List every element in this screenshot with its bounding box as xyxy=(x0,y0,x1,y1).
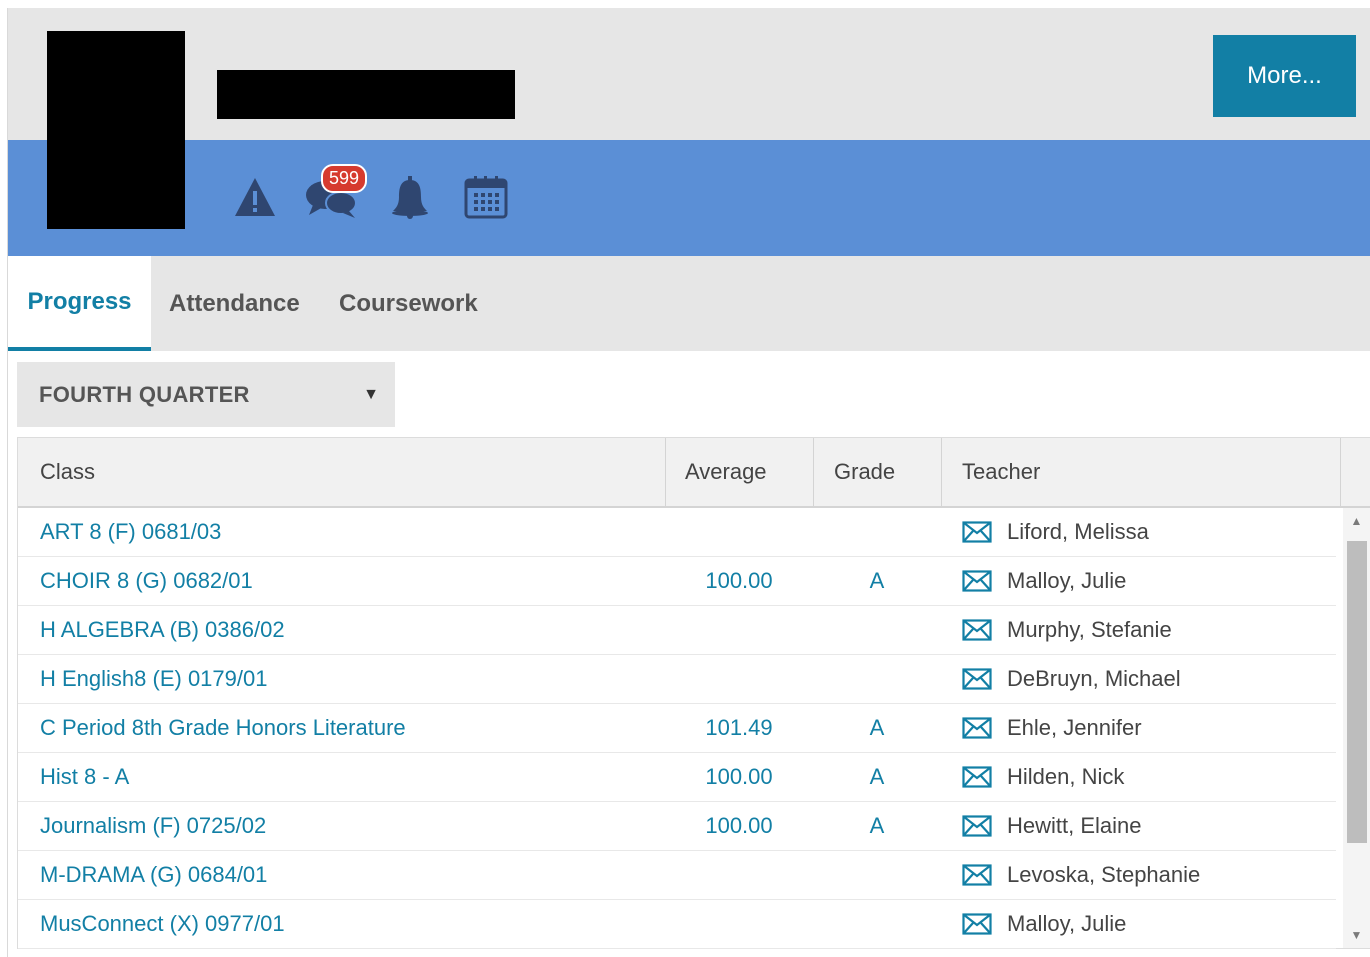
page: More... 599 Progress Attendance Coursewo… xyxy=(0,0,1370,957)
table-row: MusConnect (X) 0977/01 Malloy, Julie xyxy=(18,900,1336,949)
class-link[interactable]: CHOIR 8 (G) 0682/01 xyxy=(40,557,253,605)
calendar-button[interactable] xyxy=(463,174,509,220)
mail-icon[interactable] xyxy=(962,913,992,935)
student-name xyxy=(217,70,515,119)
scroll-down-icon[interactable]: ▼ xyxy=(1343,924,1370,946)
teacher-cell: Malloy, Julie xyxy=(962,557,1126,605)
teacher-cell: Malloy, Julie xyxy=(962,900,1126,948)
warning-icon xyxy=(235,178,275,216)
teacher-cell: Hewitt, Elaine xyxy=(962,802,1142,850)
mail-icon[interactable] xyxy=(962,815,992,837)
column-header-grade[interactable]: Grade xyxy=(813,438,941,506)
average-value[interactable]: 100.00 xyxy=(666,753,812,801)
tab-bar: Progress Attendance Coursework xyxy=(8,256,1370,351)
student-panel: More... 599 Progress Attendance Coursewo… xyxy=(7,8,1370,957)
class-link[interactable]: H ALGEBRA (B) 0386/02 xyxy=(40,606,285,654)
average-value[interactable]: 101.49 xyxy=(666,704,812,752)
teacher-name: Hilden, Nick xyxy=(1007,764,1125,789)
mail-icon[interactable] xyxy=(962,864,992,886)
header-top xyxy=(8,8,1370,140)
mail-icon[interactable] xyxy=(962,668,992,690)
teacher-cell: Murphy, Stefanie xyxy=(962,606,1172,654)
grade-value[interactable] xyxy=(814,606,940,654)
table-header: Class Average Grade Teacher xyxy=(18,438,1370,508)
avatar xyxy=(47,31,185,229)
term-select-value: FOURTH QUARTER xyxy=(39,381,250,407)
table-row: Hist 8 - A 100.00 A Hilden, Nick xyxy=(18,753,1336,802)
teacher-name: DeBruyn, Michael xyxy=(1007,666,1181,691)
average-value[interactable] xyxy=(666,606,812,654)
grade-value[interactable] xyxy=(814,655,940,703)
class-link[interactable]: MusConnect (X) 0977/01 xyxy=(40,900,285,948)
table-row: CHOIR 8 (G) 0682/01 100.00 A Malloy, Julie xyxy=(18,557,1336,606)
average-value[interactable]: 100.00 xyxy=(666,802,812,850)
tab-coursework[interactable]: Coursework xyxy=(339,256,478,351)
tab-attendance[interactable]: Attendance xyxy=(169,256,300,351)
class-link[interactable]: H English8 (E) 0179/01 xyxy=(40,655,267,703)
bell-icon xyxy=(392,176,428,219)
teacher-name: Hewitt, Elaine xyxy=(1007,813,1142,838)
mail-icon[interactable] xyxy=(962,521,992,543)
grade-value[interactable]: A xyxy=(814,557,940,605)
teacher-name: Liford, Melissa xyxy=(1007,519,1149,544)
grade-value[interactable]: A xyxy=(814,704,940,752)
calendar-icon xyxy=(464,176,508,219)
grade-value[interactable] xyxy=(814,851,940,899)
teacher-name: Malloy, Julie xyxy=(1007,568,1127,593)
teacher-cell: Levoska, Stephanie xyxy=(962,851,1200,899)
column-header-class[interactable]: Class xyxy=(40,438,95,506)
average-value[interactable] xyxy=(666,851,812,899)
teacher-cell: Liford, Melissa xyxy=(962,508,1149,556)
grade-value[interactable] xyxy=(814,900,940,948)
dropdown-arrow-icon: ▼ xyxy=(363,386,379,403)
more-button[interactable]: More... xyxy=(1213,35,1356,117)
table-row: Journalism (F) 0725/02 100.00 A Hewitt, Ela… xyxy=(18,802,1336,851)
notification-badge: 599 xyxy=(321,164,368,193)
teacher-cell: DeBruyn, Michael xyxy=(962,655,1181,703)
table-scrollbar[interactable]: ▲ ▼ xyxy=(1343,508,1370,948)
average-value[interactable]: 100.00 xyxy=(666,557,812,605)
column-header-average[interactable]: Average xyxy=(665,438,813,506)
teacher-name: Levoska, Stephanie xyxy=(1007,862,1201,887)
mail-icon[interactable] xyxy=(962,570,992,592)
class-link[interactable]: Journalism (F) 0725/02 xyxy=(40,802,266,850)
header-toolbar xyxy=(8,140,1370,256)
teacher-cell: Ehle, Jennifer xyxy=(962,704,1142,752)
tab-progress[interactable]: Progress xyxy=(8,256,151,351)
class-link[interactable]: ART 8 (F) 0681/03 xyxy=(40,508,221,556)
progress-table: Class Average Grade Teacher ART 8 (F) 06… xyxy=(17,437,1370,949)
teacher-name: Malloy, Julie xyxy=(1007,911,1127,936)
column-header-teacher[interactable]: Teacher xyxy=(941,438,1341,506)
table-row: H ALGEBRA (B) 0386/02 Murphy, Stefanie xyxy=(18,606,1336,655)
class-link[interactable]: M-DRAMA (G) 0684/01 xyxy=(40,851,267,899)
teacher-name: Ehle, Jennifer xyxy=(1007,715,1142,740)
table-row: ART 8 (F) 0681/03 Liford, Melissa xyxy=(18,508,1336,557)
average-value[interactable] xyxy=(666,655,812,703)
scroll-up-icon[interactable]: ▲ xyxy=(1343,510,1370,532)
mail-icon[interactable] xyxy=(962,619,992,641)
alerts-button[interactable] xyxy=(232,174,278,220)
term-select[interactable]: FOURTH QUARTER ▼ xyxy=(17,362,395,427)
table-row: M-DRAMA (G) 0684/01 Levoska, Stephanie xyxy=(18,851,1336,900)
mail-icon[interactable] xyxy=(962,766,992,788)
grade-value[interactable]: A xyxy=(814,802,940,850)
table-body: ART 8 (F) 0681/03 Liford, Melissa CHOIR 8 … xyxy=(18,508,1336,949)
average-value[interactable] xyxy=(666,900,812,948)
class-link[interactable]: C Period 8th Grade Honors Literature xyxy=(40,704,406,752)
mail-icon[interactable] xyxy=(962,717,992,739)
notifications-button[interactable] xyxy=(388,174,432,220)
table-row: C Period 8th Grade Honors Literature 101.… xyxy=(18,704,1336,753)
grade-value[interactable] xyxy=(814,508,940,556)
teacher-cell: Hilden, Nick xyxy=(962,753,1124,801)
average-value[interactable] xyxy=(666,508,812,556)
class-link[interactable]: Hist 8 - A xyxy=(40,753,129,801)
teacher-name: Murphy, Stefanie xyxy=(1007,617,1172,642)
scrollbar-thumb[interactable] xyxy=(1347,541,1367,843)
grade-value[interactable]: A xyxy=(814,753,940,801)
table-row: H English8 (E) 0179/01 DeBruyn, Michael xyxy=(18,655,1336,704)
